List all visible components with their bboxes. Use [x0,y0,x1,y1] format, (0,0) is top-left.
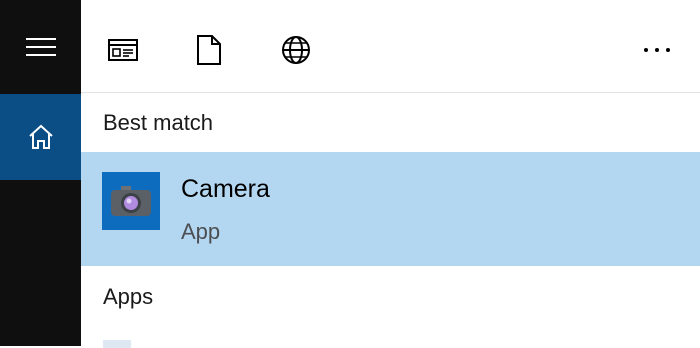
web-filter-icon [282,36,310,64]
apps-filter-icon [108,39,138,61]
search-results-panel: Best match Camera App Apps [81,0,700,348]
search-filter-toolbar [81,0,700,93]
camera-icon [111,186,151,216]
left-rail [0,0,81,346]
apps-list-item-peek[interactable] [103,340,131,348]
apps-filter-button[interactable] [103,30,143,70]
more-options-icon [644,48,670,52]
documents-filter-button[interactable] [189,30,229,70]
result-title: Camera [181,175,270,203]
apps-header: Apps [103,284,154,309]
documents-filter-icon [197,35,221,65]
home-button[interactable] [0,94,81,180]
camera-app-icon [102,172,160,230]
more-options-button[interactable] [637,30,677,70]
home-icon [28,124,53,149]
result-subtitle: App [181,219,221,244]
best-match-result[interactable]: Camera App [81,152,700,266]
best-match-header: Best match [103,110,214,135]
web-filter-button[interactable] [276,30,316,70]
menu-button[interactable] [0,0,81,93]
hamburger-menu-icon [25,37,56,56]
